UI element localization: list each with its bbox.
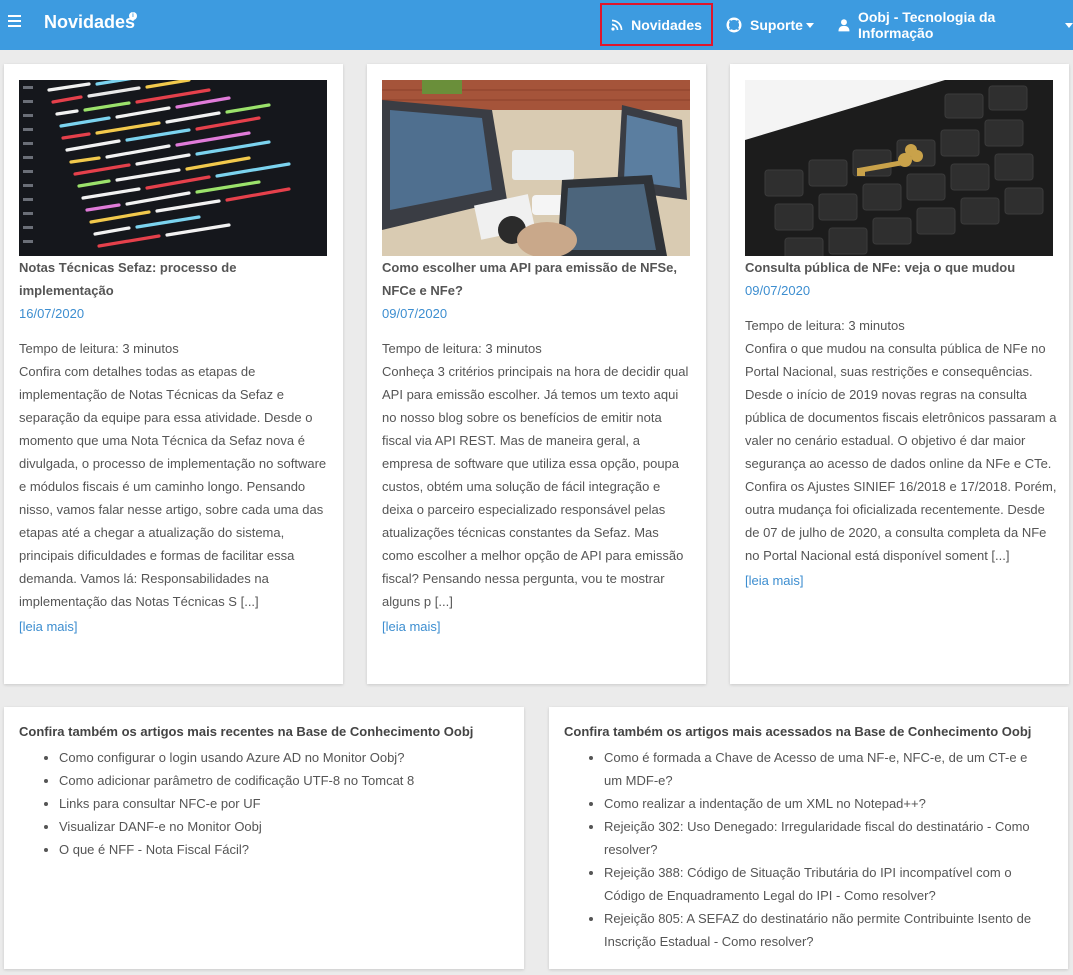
nav-novidades[interactable]: Novidades xyxy=(600,3,713,46)
article-date: 09/07/2020 xyxy=(382,306,448,321)
list-item-link[interactable]: Links para consultar NFC-e por UF xyxy=(59,792,414,815)
article-date: 16/07/2020 xyxy=(19,306,85,321)
article-excerpt: Confira o que mudou na consulta pública … xyxy=(745,341,1057,563)
list-item-link[interactable]: Como é formada a Chave de Acesso de uma … xyxy=(604,746,1044,792)
article-card: Notas Técnicas Sefaz: processo de implem… xyxy=(4,64,343,684)
user-icon xyxy=(838,19,850,32)
article-thumbnail-desk[interactable] xyxy=(382,80,690,256)
popular-articles-list: Como é formada a Chave de Acesso de uma … xyxy=(604,746,1044,953)
list-item-link[interactable]: Como adicionar parâmetro de codificação … xyxy=(59,769,414,792)
recent-articles-list: Como configurar o login usando Azure AD … xyxy=(59,746,414,861)
article-read-time: Tempo de leitura: 3 minutos xyxy=(382,341,542,356)
article-title[interactable]: Notas Técnicas Sefaz: processo de implem… xyxy=(19,256,331,302)
recent-articles-panel: Confira também os artigos mais recentes … xyxy=(4,707,524,969)
nav-novidades-label: Novidades xyxy=(631,16,702,33)
lifebuoy-icon xyxy=(726,17,742,33)
brand-title[interactable]: Novidades xyxy=(44,12,135,33)
article-read-time: Tempo de leitura: 3 minutos xyxy=(19,341,179,356)
hamburger-menu-icon[interactable] xyxy=(8,15,21,29)
list-item-link[interactable]: O que é NFF - Nota Fiscal Fácil? xyxy=(59,838,414,861)
nav-suporte-label: Suporte xyxy=(750,17,803,33)
read-more-link[interactable]: [leia mais] xyxy=(382,615,694,638)
article-thumbnail-code[interactable] xyxy=(19,80,327,256)
article-excerpt: Conheça 3 critérios principais na hora d… xyxy=(382,364,689,609)
list-item-link[interactable]: Visualizar DANF-e no Monitor Oobj xyxy=(59,815,414,838)
list-item-link[interactable]: Rejeição 302: Uso Denegado: Irregularida… xyxy=(604,815,1044,861)
article-card: Como escolher uma API para emissão de NF… xyxy=(367,64,706,684)
top-navbar: Novidades i Novidades Suporte Oobj - Tec… xyxy=(0,0,1073,50)
read-more-link[interactable]: [leia mais] xyxy=(745,569,1057,592)
recent-articles-title: Confira também os artigos mais recentes … xyxy=(19,724,474,739)
article-card: Consulta pública de NFe: veja o que mudo… xyxy=(730,64,1069,684)
nav-suporte-dropdown[interactable]: Suporte xyxy=(726,0,814,50)
popular-articles-title: Confira também os artigos mais acessados… xyxy=(564,724,1032,739)
article-title[interactable]: Consulta pública de NFe: veja o que mudo… xyxy=(745,256,1057,279)
list-item-link[interactable]: Rejeição 805: A SEFAZ do destinatário nã… xyxy=(604,907,1044,953)
read-more-link[interactable]: [leia mais] xyxy=(19,615,331,638)
article-title[interactable]: Como escolher uma API para emissão de NF… xyxy=(382,256,694,302)
info-badge-icon: i xyxy=(129,12,137,20)
list-item-link[interactable]: Como configurar o login usando Azure AD … xyxy=(59,746,414,769)
list-item-link[interactable]: Como realizar a indentação de um XML no … xyxy=(604,792,1044,815)
article-thumbnail-keyboard[interactable] xyxy=(745,80,1053,256)
chevron-down-icon xyxy=(1065,22,1073,28)
nav-user-label: Oobj - Tecnologia da Informação xyxy=(857,9,996,41)
article-excerpt: Confira com detalhes todas as etapas de … xyxy=(19,364,327,609)
chevron-down-icon xyxy=(805,22,814,28)
nav-user-dropdown[interactable]: Oobj - Tecnologia da Informação xyxy=(838,0,1073,50)
list-item-link[interactable]: Rejeição 388: Código de Situação Tributá… xyxy=(604,861,1044,907)
rss-icon xyxy=(611,19,623,31)
article-read-time: Tempo de leitura: 3 minutos xyxy=(745,318,905,333)
article-date: 09/07/2020 xyxy=(745,283,811,298)
popular-articles-panel: Confira também os artigos mais acessados… xyxy=(549,707,1068,969)
